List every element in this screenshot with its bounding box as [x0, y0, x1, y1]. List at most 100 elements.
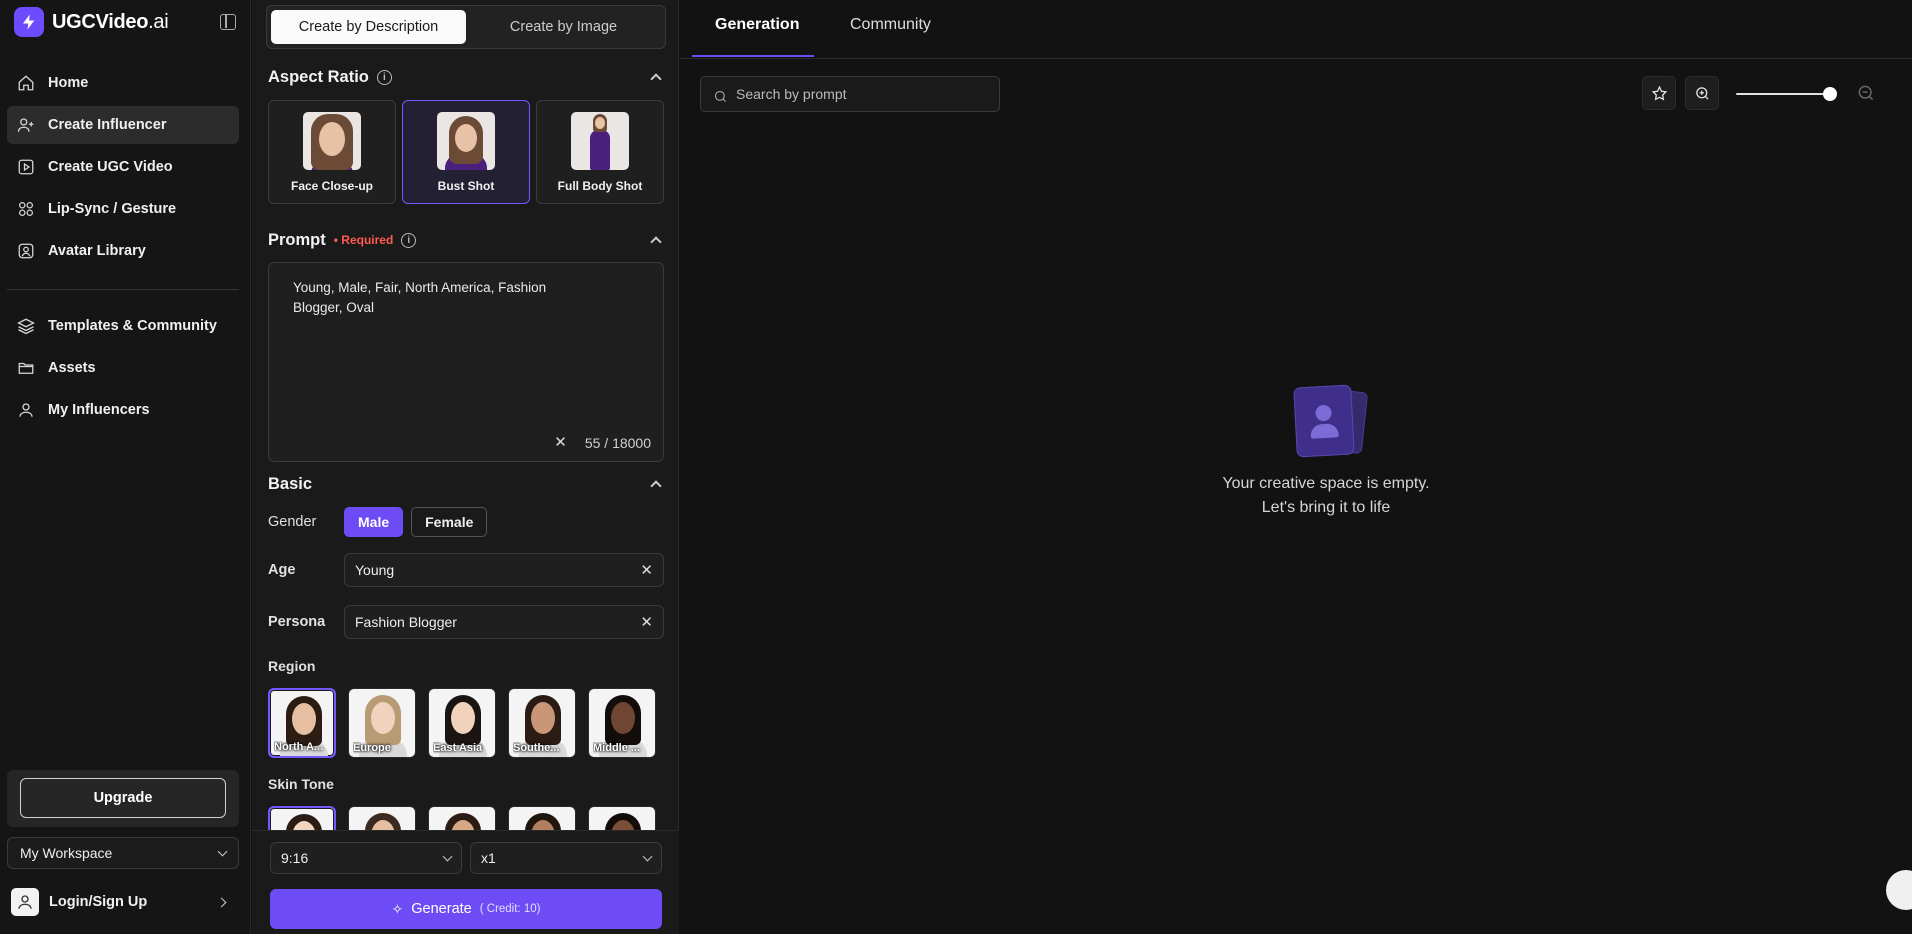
skin-tone-option[interactable] — [588, 806, 656, 830]
sidebar-item-label: Home — [48, 75, 89, 91]
aspect-ratio-header[interactable]: Aspect Ratio i — [268, 66, 664, 88]
grid-icon — [17, 200, 35, 218]
skin-tone-option[interactable] — [348, 806, 416, 830]
sidebar-item-assets[interactable]: Assets — [7, 349, 239, 387]
zoom-out-button[interactable] — [1856, 83, 1876, 106]
sidebar-item-label: My Influencers — [48, 402, 150, 418]
zoom-slider-handle[interactable] — [1823, 87, 1837, 101]
gender-female-button[interactable]: Female — [411, 507, 488, 537]
bust-shot-thumbnail — [437, 112, 495, 170]
region-option-east-asia[interactable]: East Asia — [428, 688, 496, 758]
skin-tone-option[interactable] — [508, 806, 576, 830]
tab-community[interactable]: Community — [850, 16, 931, 34]
gender-toggle: Male Female — [344, 507, 488, 537]
prompt-value: Young, Male, Fair, North America, Fashio… — [293, 280, 547, 315]
layers-icon — [17, 317, 35, 335]
generate-bar: 9:16 x1 ✧ Generate ( Credit: 10) — [252, 830, 679, 934]
chevron-down-icon — [442, 851, 453, 861]
search-input[interactable]: Search by prompt — [700, 76, 1000, 112]
info-icon[interactable]: i — [376, 69, 392, 85]
chevron-up-icon[interactable] — [650, 480, 662, 492]
primary-nav: Home Create Influencer Create UGC Video … — [7, 64, 239, 274]
workspace-label: My Workspace — [20, 845, 113, 861]
sidebar-item-label: Avatar Library — [48, 243, 146, 259]
clear-icon[interactable]: ✕ — [554, 433, 567, 453]
star-icon — [1651, 85, 1667, 101]
chevron-down-icon — [642, 851, 653, 861]
active-tab-indicator — [692, 55, 814, 57]
generate-button[interactable]: ✧ Generate ( Credit: 10) — [270, 889, 662, 929]
empty-state-line-2: Let's bring it to life — [1261, 499, 1391, 516]
credit-label: ( Credit: 10) — [479, 903, 541, 915]
zoom-slider-track[interactable] — [1736, 93, 1831, 95]
user-icon — [17, 401, 35, 419]
region-option-label: Europe — [353, 742, 391, 754]
favorites-button[interactable] — [1642, 76, 1676, 110]
basic-title: Basic — [268, 474, 313, 493]
folder-icon — [17, 359, 35, 377]
sidebar-item-label: Lip-Sync / Gesture — [48, 201, 177, 217]
sidebar-item-avatar-library[interactable]: Avatar Library — [7, 232, 239, 270]
workspace-select[interactable]: My Workspace — [7, 837, 239, 869]
age-value: Young — [355, 562, 395, 578]
region-option-label: East Asia — [433, 742, 483, 754]
sidebar-item-my-influencers[interactable]: My Influencers — [7, 391, 239, 429]
region-option-europe[interactable]: Europe — [348, 688, 416, 758]
sidebar-item-label: Create Influencer — [48, 117, 167, 133]
floating-help-button[interactable] — [1886, 870, 1912, 910]
nav-divider — [7, 289, 239, 290]
clear-icon[interactable]: ✕ — [640, 613, 653, 631]
tab-create-by-description[interactable]: Create by Description — [271, 10, 466, 44]
count-select[interactable]: x1 — [470, 842, 662, 874]
user-plus-icon — [17, 116, 35, 134]
chevron-up-icon[interactable] — [650, 73, 662, 85]
region-option-southeast-asia[interactable]: Southe... — [508, 688, 576, 758]
tab-generation[interactable]: Generation — [715, 16, 799, 34]
zoom-in-icon — [1695, 86, 1709, 100]
prompt-textarea[interactable]: Young, Male, Fair, North America, Fashio… — [268, 262, 664, 462]
gender-male-button[interactable]: Male — [344, 507, 404, 537]
skin-tone-option[interactable] — [268, 806, 336, 830]
aspect-option-full-body[interactable]: Full Body Shot — [536, 100, 664, 204]
sidebar-toggle-icon[interactable] — [220, 14, 236, 30]
aspect-option-face-closeup[interactable]: Face Close-up — [268, 100, 396, 204]
ratio-select[interactable]: 9:16 — [270, 842, 462, 874]
brand-logo[interactable]: UGCVideo.ai — [14, 6, 236, 38]
skin-tone-option[interactable] — [428, 806, 496, 830]
region-options: North A... Europe East Asia Southe... Mi… — [268, 688, 664, 758]
chevron-right-icon — [216, 897, 227, 907]
persona-field[interactable]: Fashion Blogger ✕ — [344, 605, 664, 639]
user-avatar-icon — [11, 888, 39, 916]
sidebar-item-create-ugc-video[interactable]: Create UGC Video — [7, 148, 239, 186]
required-badge: • Required — [333, 233, 394, 247]
main-tabs: Generation Community — [680, 0, 1912, 59]
sidebar-item-create-influencer[interactable]: Create Influencer — [7, 106, 239, 144]
clear-icon[interactable]: ✕ — [640, 561, 653, 579]
sidebar-item-lip-sync[interactable]: Lip-Sync / Gesture — [7, 190, 239, 228]
zoom-in-button[interactable] — [1685, 76, 1719, 110]
sidebar-item-templates[interactable]: Templates & Community — [7, 307, 239, 345]
login-label: Login/Sign Up — [49, 894, 148, 910]
prompt-header[interactable]: Prompt • Required i — [268, 229, 664, 251]
main-area: Generation Community Search by prompt Yo… — [680, 0, 1912, 934]
tab-create-by-image[interactable]: Create by Image — [466, 10, 661, 44]
video-play-icon — [17, 158, 35, 176]
sidebar-item-home[interactable]: Home — [7, 64, 239, 102]
info-icon[interactable]: i — [401, 232, 417, 248]
persona-label: Persona — [268, 614, 326, 630]
aspect-option-bust-shot[interactable]: Bust Shot — [402, 100, 530, 204]
chevron-up-icon[interactable] — [650, 236, 662, 248]
empty-state-line-1: Your creative space is empty. — [1222, 475, 1430, 492]
prompt-title: Prompt — [268, 230, 326, 249]
region-option-north-america[interactable]: North A... — [268, 688, 336, 758]
age-field[interactable]: Young ✕ — [344, 553, 664, 587]
upgrade-button[interactable]: Upgrade — [20, 778, 226, 818]
sidebar-item-label: Assets — [48, 360, 96, 376]
region-option-label: North A... — [274, 741, 324, 753]
region-option-middle-east[interactable]: Middle ... — [588, 688, 656, 758]
home-icon — [17, 74, 35, 92]
basic-header[interactable]: Basic — [268, 473, 664, 495]
chevron-down-icon — [217, 846, 228, 856]
count-value: x1 — [481, 850, 496, 866]
login-button[interactable]: Login/Sign Up — [11, 887, 233, 917]
